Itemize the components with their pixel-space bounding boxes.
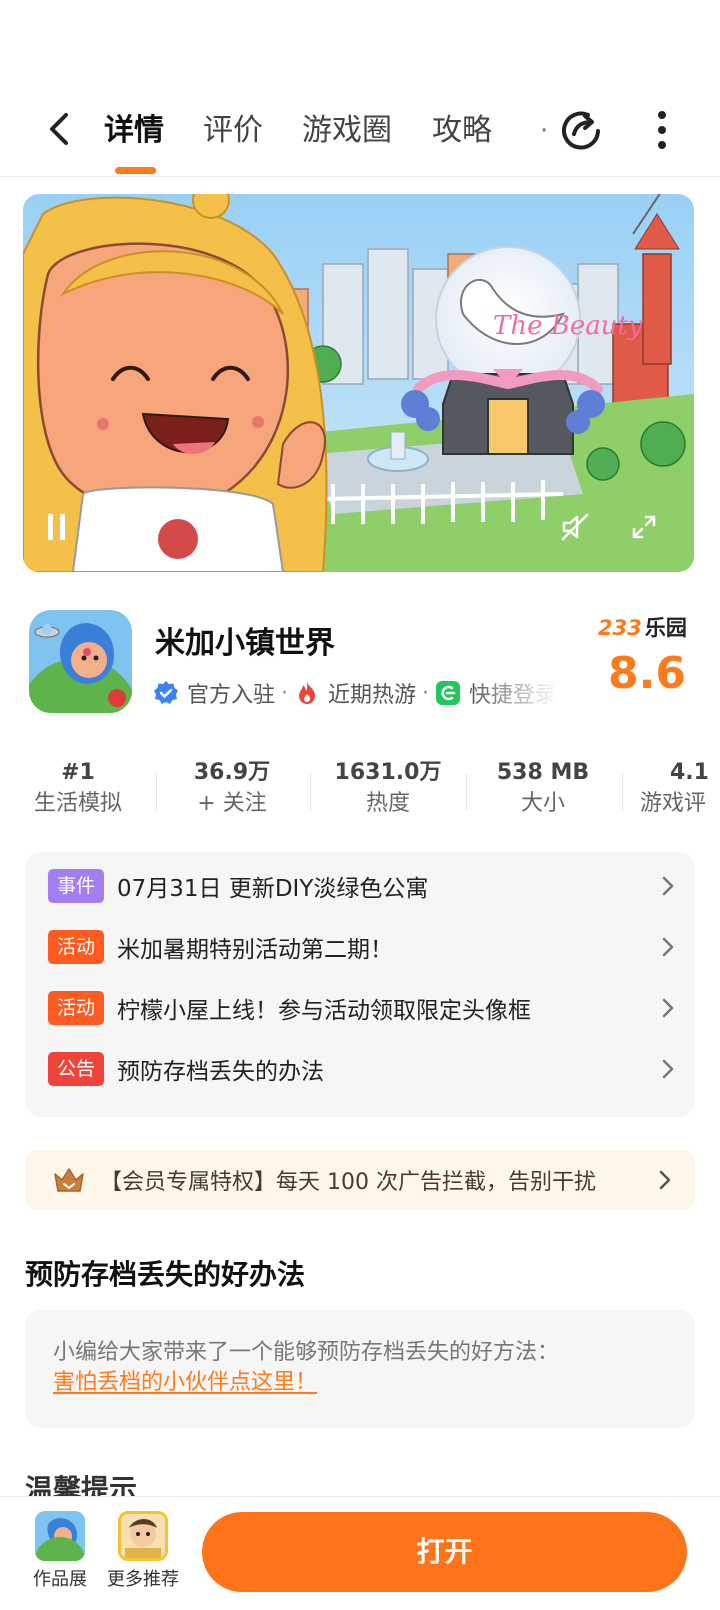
stat-rating[interactable]: 4.1 游戏评 xyxy=(640,758,720,820)
tab-guides[interactable]: 攻略 xyxy=(432,109,492,153)
news-badge-notice: 公告 xyxy=(48,1052,104,1086)
open-button[interactable]: 打开 xyxy=(202,1512,687,1592)
more-tabs-indicator: · xyxy=(540,116,549,146)
verified-icon xyxy=(154,681,178,704)
gallery-button[interactable]: 作品展 xyxy=(20,1511,100,1591)
tag-trending: 近期热游 xyxy=(328,683,417,708)
app-icon xyxy=(29,610,132,713)
stat-divider xyxy=(622,774,623,810)
banner-illustration: The Beauty xyxy=(23,194,694,572)
chevron-right-icon xyxy=(659,1170,671,1190)
tag-quick-login: 快捷登录 xyxy=(469,683,558,708)
tab-reviews[interactable]: 评价 xyxy=(203,109,263,153)
news-item[interactable]: 事件 07月31日 更新DIY淡绿色公寓 xyxy=(48,866,678,906)
news-badge-event: 事件 xyxy=(48,869,104,903)
video-banner[interactable]: The Beauty xyxy=(23,194,694,572)
app-stats: #1 生活模拟 36.9万 + 关注 1631.0万 热度 538 MB 大小 4.1 游… xyxy=(0,758,720,818)
tag-official: 官方入驻 xyxy=(187,683,276,708)
news-badge-activity: 活动 xyxy=(48,930,104,964)
top-nav: 详情 评价 游戏圈 攻略 · xyxy=(0,95,720,177)
recommendations-thumbnail xyxy=(118,1511,168,1561)
banner-sign: The Beauty xyxy=(493,311,643,341)
chevron-right-icon xyxy=(662,876,674,896)
news-item[interactable]: 活动 米加暑期特别活动第二期！ xyxy=(48,927,678,967)
chevron-right-icon xyxy=(662,998,674,1018)
fullscreen-icon[interactable] xyxy=(629,512,659,542)
bottom-action-bar: 作品展 更多推荐 打开 xyxy=(0,1496,720,1610)
share-icon[interactable] xyxy=(558,107,604,153)
stat-popularity[interactable]: 1631.0万 热度 xyxy=(308,758,468,820)
pause-icon[interactable] xyxy=(45,512,69,542)
app-name: 米加小镇世界 xyxy=(155,626,335,661)
shortcut-icon xyxy=(436,681,461,705)
tips-card: 小编给大家带来了一个能够预防存档丢失的好方法： 害怕丢档的小伙伴点这里！ xyxy=(25,1310,695,1428)
chevron-right-icon xyxy=(662,1059,674,1079)
section-title: 预防存档丢失的好办法 xyxy=(25,1258,306,1291)
active-tab-indicator xyxy=(115,167,156,174)
stat-followers[interactable]: 36.9万 + 关注 xyxy=(152,758,312,820)
app-tags: 官方入驻 · 近期热游 · 快捷登录 xyxy=(153,673,558,713)
chevron-right-icon xyxy=(662,937,674,957)
fire-icon xyxy=(299,682,316,704)
more-options-icon[interactable] xyxy=(642,107,682,153)
mute-icon[interactable] xyxy=(560,512,590,542)
gallery-thumbnail xyxy=(35,1511,85,1561)
more-recommendations-button[interactable]: 更多推荐 xyxy=(103,1511,183,1591)
crown-icon xyxy=(54,1168,84,1192)
stat-size: 538 MB 大小 xyxy=(496,760,590,816)
stat-rank[interactable]: #1 生活模拟 xyxy=(0,758,158,820)
tab-game-circle[interactable]: 游戏圈 xyxy=(302,109,392,153)
233-paradise-logo: 233 乐园 xyxy=(598,616,687,640)
news-badge-activity: 活动 xyxy=(48,991,104,1025)
back-arrow-icon[interactable] xyxy=(40,109,80,149)
news-item[interactable]: 公告 预防存档丢失的办法 xyxy=(48,1049,678,1089)
news-item[interactable]: 活动 柠檬小屋上线！参与活动领取限定头像框 xyxy=(48,988,678,1028)
vip-ad-block-banner[interactable]: 【会员专属特权】每天 100 次广告拦截，告别干扰 xyxy=(25,1150,695,1210)
news-list: 事件 07月31日 更新DIY淡绿色公寓 活动 米加暑期特别活动第二期！ 活动 … xyxy=(25,852,695,1117)
tips-link[interactable]: 害怕丢档的小伙伴点这里！ xyxy=(53,1368,669,1398)
app-score: 8.6 xyxy=(608,648,686,699)
tab-details[interactable]: 详情 xyxy=(104,109,164,153)
tips-text: 小编给大家带来了一个能够预防存档丢失的好方法： xyxy=(53,1340,560,1365)
